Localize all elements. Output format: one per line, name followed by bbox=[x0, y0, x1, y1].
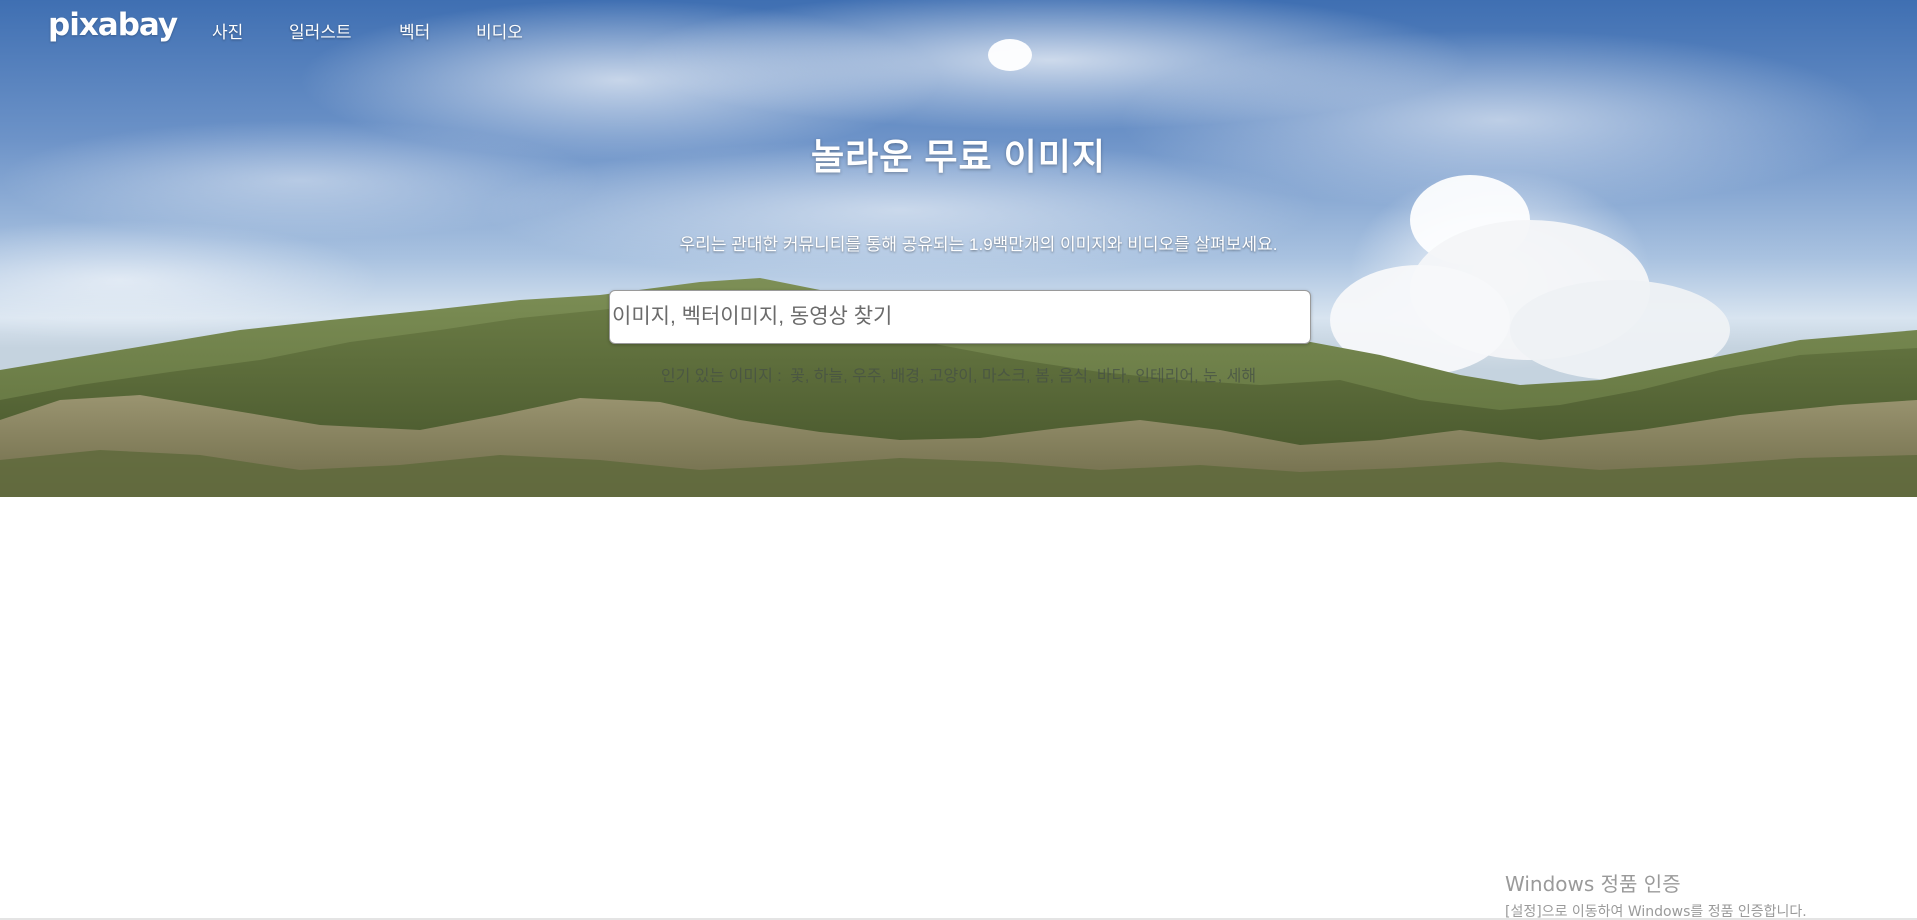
pixabay-home-page: pixabay 사진 일러스트 벡터 비디오 놀라운 무료 이미지 우리는 관대… bbox=[0, 0, 1917, 920]
popular-label: 인기 있는 이미지 : bbox=[660, 368, 782, 385]
popular-tag[interactable]: 바다 bbox=[1097, 368, 1126, 385]
search-input[interactable] bbox=[610, 291, 1310, 343]
hero-banner: pixabay 사진 일러스트 벡터 비디오 놀라운 무료 이미지 우리는 관대… bbox=[0, 0, 1917, 497]
popular-tag[interactable]: 마스크 bbox=[982, 368, 1026, 385]
hero-subtitle-text: 우리는 관대한 커뮤니티를 통해 공유되는 1.9백만개의 이미지와 비디오를 … bbox=[679, 235, 1278, 254]
pixabay-logo[interactable]: pixabay bbox=[48, 7, 178, 43]
watermark-title: Windows 정품 인증 bbox=[1505, 872, 1681, 896]
hero-title: 놀라운 무료 이미지 bbox=[811, 136, 1106, 177]
popular-tag[interactable]: 배경 bbox=[890, 368, 919, 385]
popular-tag[interactable]: 하늘 bbox=[814, 368, 843, 385]
nav-item-illustrations[interactable]: 일러스트 bbox=[289, 18, 352, 43]
popular-tag[interactable]: 인테리어 bbox=[1135, 368, 1194, 385]
popular-tag[interactable]: 음식 bbox=[1059, 368, 1088, 385]
popular-images: 인기 있는 이미지 : 꽃, 하늘, 우주, 배경, 고양이, 마스크, 봄, … bbox=[660, 368, 1257, 385]
windows-activation-watermark: Windows 정품 인증 [설정]으로 이동하여 Windows를 정품 인증… bbox=[1505, 868, 1807, 920]
popular-tag[interactable]: 고양이 bbox=[929, 368, 973, 385]
hero-subtitle: 우리는 관대한 커뮤니티를 통해 공유되는 1.9백만개의 이미지와 비디오를 … bbox=[0, 230, 1917, 255]
popular-tag[interactable]: 눈 bbox=[1203, 368, 1218, 385]
top-navigation: pixabay 사진 일러스트 벡터 비디오 bbox=[0, 0, 1917, 60]
nav-item-videos[interactable]: 비디오 bbox=[476, 18, 523, 43]
search-box bbox=[609, 290, 1311, 344]
popular-tag[interactable]: 봄 bbox=[1035, 368, 1050, 385]
nav-item-vectors[interactable]: 벡터 bbox=[399, 18, 430, 43]
nav-item-photos[interactable]: 사진 bbox=[212, 18, 243, 43]
popular-tag[interactable]: 꽃 bbox=[790, 368, 805, 385]
popular-tag[interactable]: 우주 bbox=[852, 368, 881, 385]
popular-tag[interactable]: 세해 bbox=[1227, 368, 1256, 385]
